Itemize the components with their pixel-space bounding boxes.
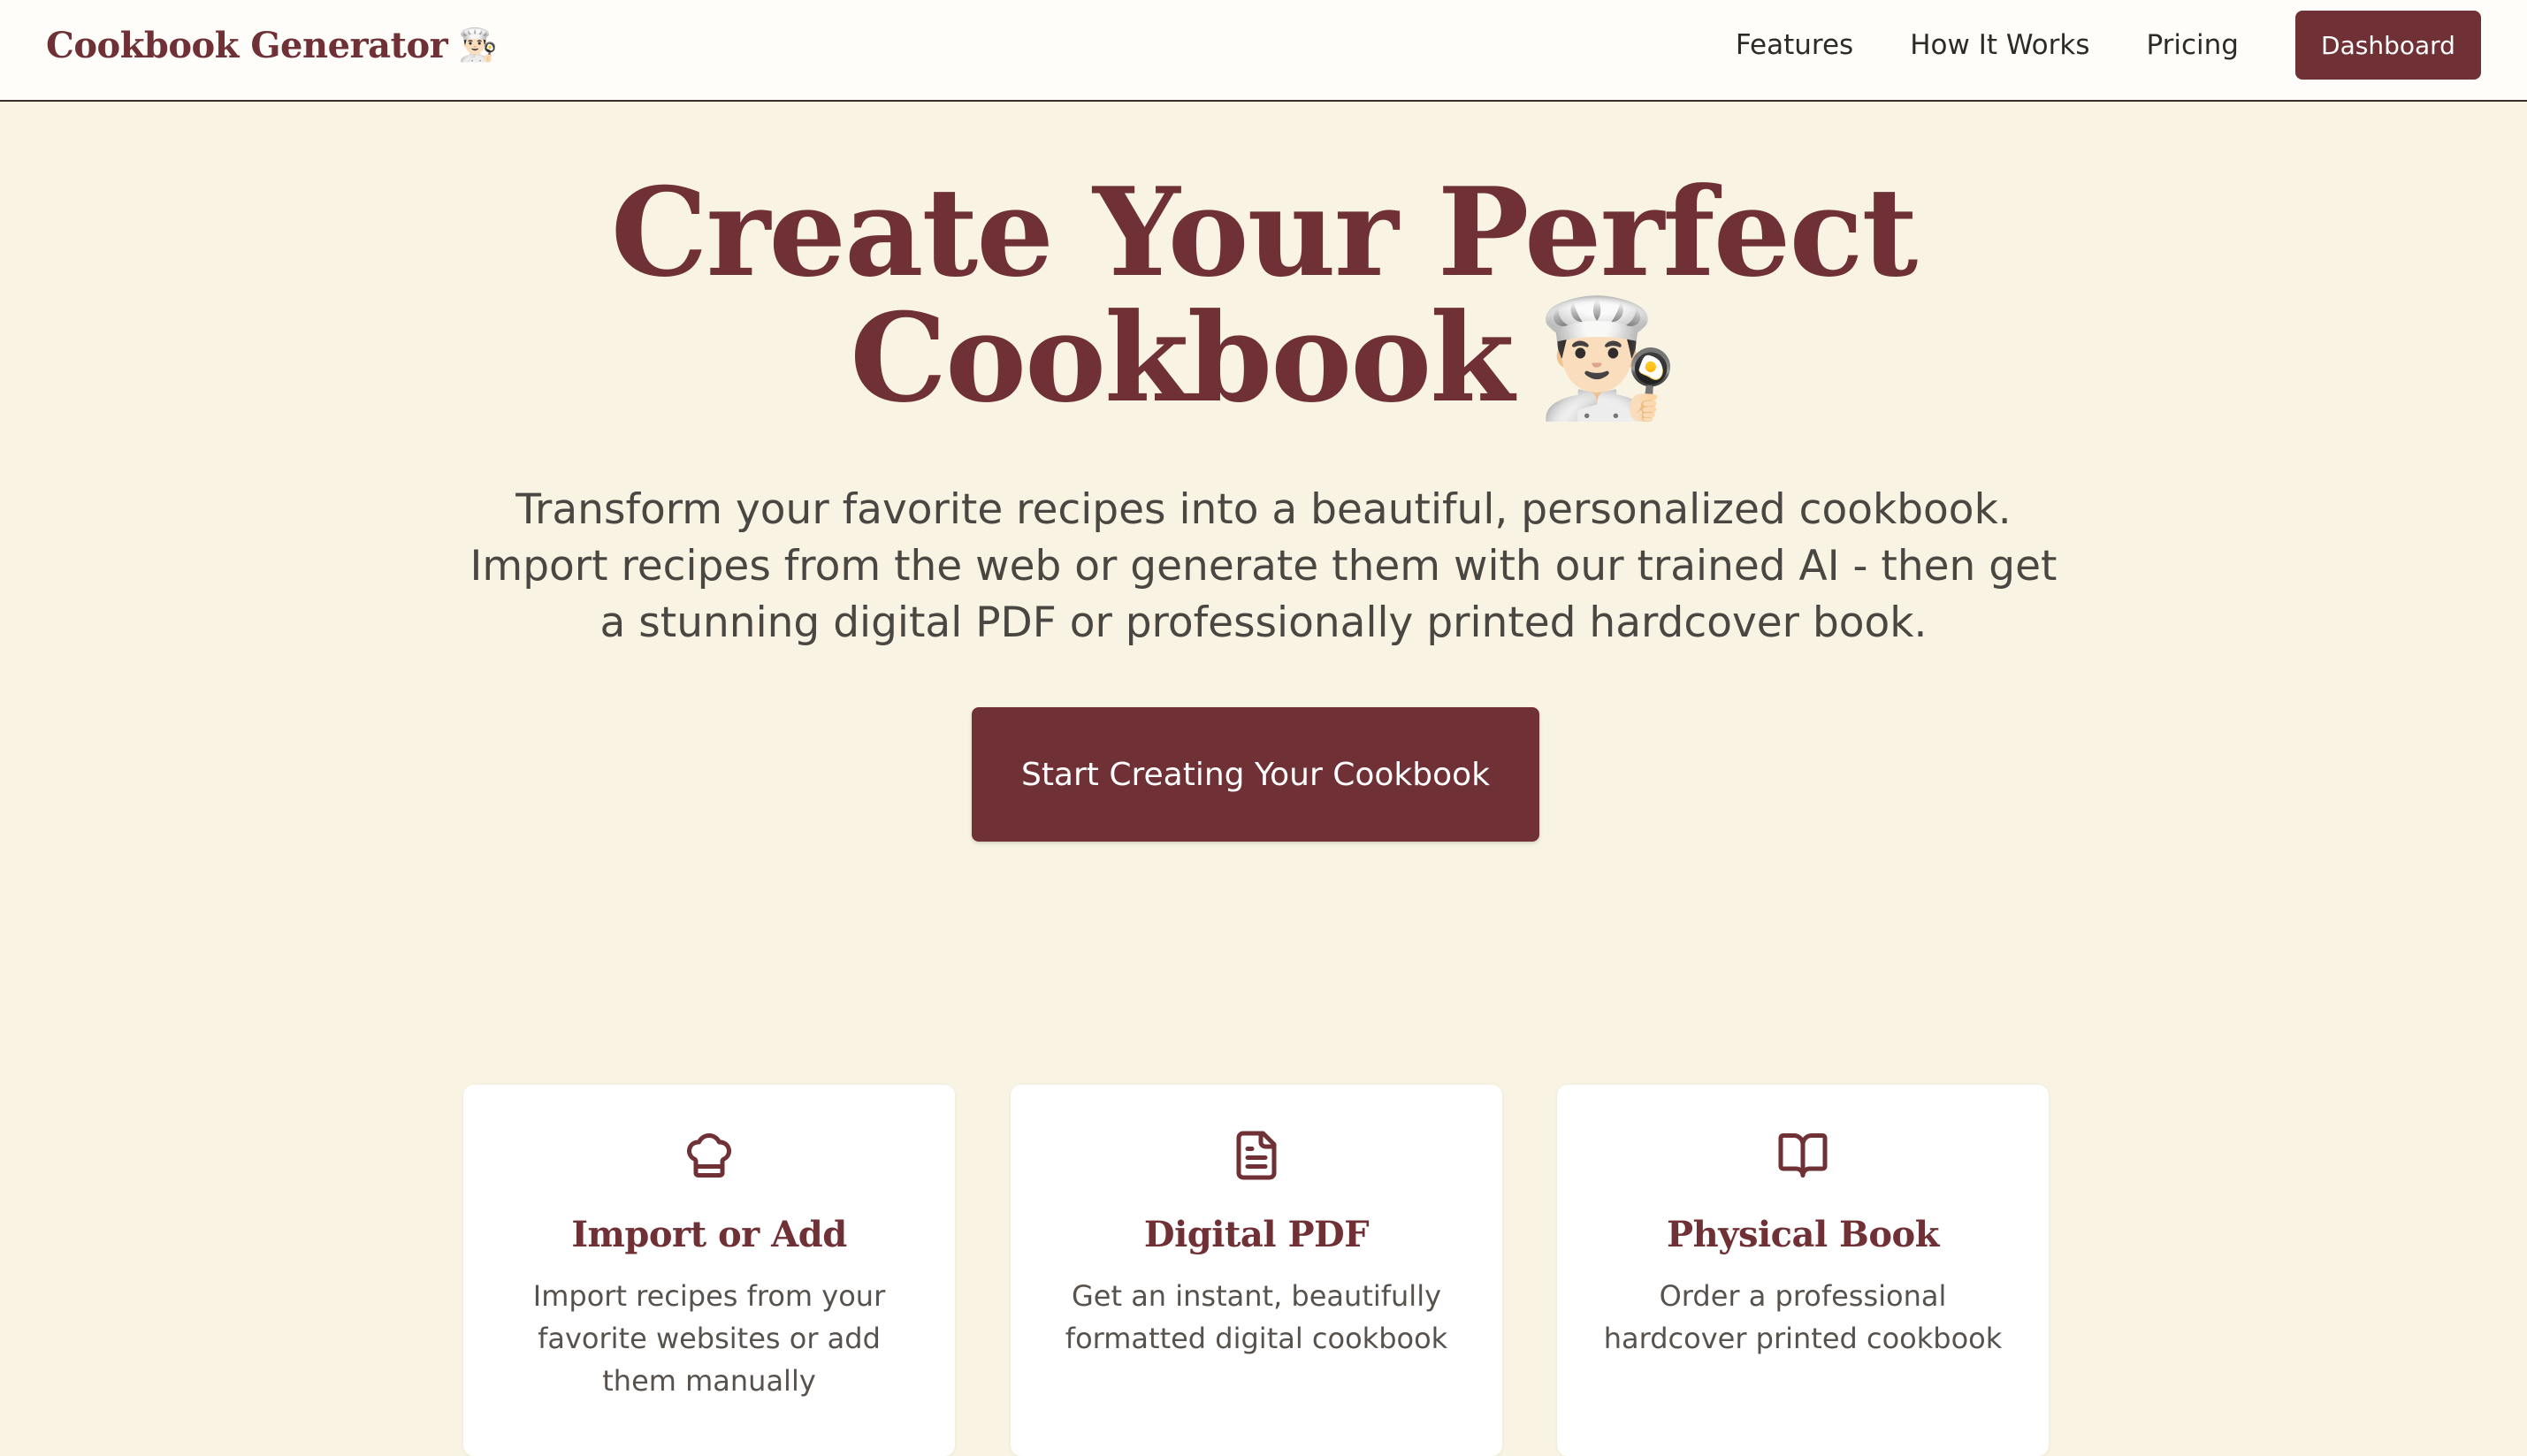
top-navbar: Cookbook Generator 👨🏻‍🍳 Features How It … bbox=[0, 0, 2527, 102]
feature-card-import: Import or Add Import recipes from your f… bbox=[463, 1085, 955, 1456]
hero-subtitle: Transform your favorite recipes into a b… bbox=[470, 485, 2057, 647]
hero-title: Create Your Perfect Cookbook 👨🏻‍🍳 bbox=[0, 170, 2527, 421]
feature-description: Order a professional hardcover printed c… bbox=[1603, 1279, 2003, 1355]
feature-description: Get an instant, beautifully formatted di… bbox=[1065, 1279, 1448, 1355]
dashboard-button[interactable]: Dashboard bbox=[2295, 11, 2481, 80]
start-creating-button[interactable]: Start Creating Your Cookbook bbox=[972, 707, 1539, 842]
document-icon bbox=[1236, 1131, 1277, 1180]
nav-link-how-it-works[interactable]: How It Works bbox=[1910, 29, 2089, 61]
nav-link-pricing[interactable]: Pricing bbox=[2147, 29, 2240, 61]
nav-link-features[interactable]: Features bbox=[1736, 29, 1853, 61]
hero-title-line-1: Create Your Perfect bbox=[610, 160, 1918, 304]
open-book-icon bbox=[1778, 1133, 1828, 1178]
feature-description: Import recipes from your favorite websit… bbox=[532, 1279, 886, 1398]
chef-emoji-icon: 👨🏻‍🍳 bbox=[458, 27, 499, 64]
feature-card-digital-pdf: Digital PDF Get an instant, beautifully … bbox=[1011, 1085, 1502, 1456]
main-nav: Features How It Works Pricing Dashboard bbox=[1736, 11, 2481, 80]
brand-name: Cookbook Generator bbox=[46, 25, 448, 66]
feature-title: Digital PDF bbox=[1143, 1214, 1370, 1255]
hero-title-line-2: Cookbook bbox=[850, 286, 1515, 430]
feature-title: Physical Book bbox=[1667, 1214, 1939, 1255]
brand-logo[interactable]: Cookbook Generator 👨🏻‍🍳 bbox=[46, 25, 498, 66]
feature-card-physical-book: Physical Book Order a professional hardc… bbox=[1557, 1085, 2049, 1456]
feature-title: Import or Add bbox=[571, 1214, 847, 1255]
chef-hat-icon bbox=[687, 1133, 731, 1178]
chef-emoji-icon: 👨🏻‍🍳 bbox=[1535, 290, 1679, 425]
